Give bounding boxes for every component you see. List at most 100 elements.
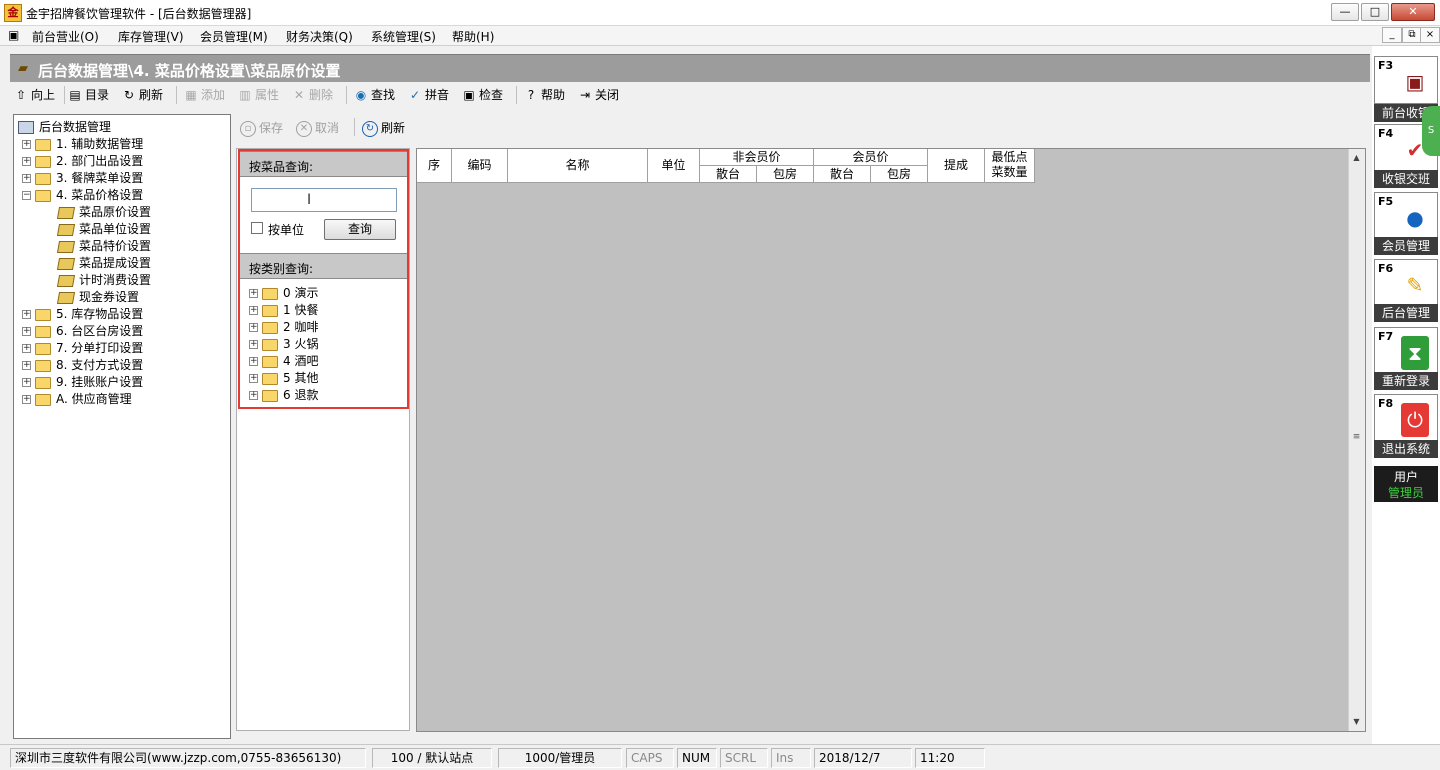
menu-finance[interactable]: 财务决策(Q): [286, 28, 353, 45]
members-icon: ●: [1406, 206, 1424, 230]
tree-child-original-price[interactable]: 菜品原价设置: [56, 204, 151, 221]
col-min-qty[interactable]: 最低点 菜数量: [985, 149, 1035, 183]
shortcut-f8-tile[interactable]: F8 ⏻: [1374, 394, 1438, 442]
tree-child-commission[interactable]: 菜品提成设置: [56, 255, 151, 272]
status-date: 2018/12/7: [814, 748, 912, 768]
side-tab-icon[interactable]: S: [1422, 106, 1440, 156]
mdi-minimize-button[interactable]: _: [1382, 27, 1402, 43]
col-commission[interactable]: 提成: [928, 149, 985, 183]
col-code[interactable]: 编码: [452, 149, 508, 183]
refresh-icon: ↻: [362, 120, 378, 137]
col-member-room[interactable]: 包房: [871, 166, 928, 183]
title-bar: 金 金宇招牌餐饮管理软件 - [后台数据管理器] — □ ✕: [0, 0, 1440, 26]
shortcut-f3-tile[interactable]: F3 ▣: [1374, 56, 1438, 104]
tree-item-aux-data[interactable]: +1. 辅助数据管理: [22, 136, 143, 153]
expand-icon[interactable]: +: [22, 174, 31, 183]
tree-item-payment[interactable]: +8. 支付方式设置: [22, 357, 143, 374]
refresh-grid-button[interactable]: ↻ 刷新: [362, 119, 405, 137]
col-name[interactable]: 名称: [508, 149, 648, 183]
close-window-button[interactable]: ✕: [1391, 3, 1435, 21]
tree-item-tables[interactable]: +6. 台区台房设置: [22, 323, 143, 340]
expand-icon[interactable]: +: [22, 157, 31, 166]
tree-root[interactable]: 后台数据管理: [18, 119, 111, 136]
collapse-icon[interactable]: −: [22, 191, 31, 200]
coins-icon: [56, 291, 76, 304]
delete-icon: ✕: [293, 88, 305, 102]
highlight-box: [238, 149, 409, 409]
minimize-button[interactable]: —: [1331, 3, 1359, 21]
expand-icon[interactable]: +: [22, 378, 31, 387]
menu-front-business[interactable]: 前台营业(O): [32, 28, 99, 45]
up-button[interactable]: ⇧ 向上: [14, 86, 55, 104]
shortcut-f8-label[interactable]: 退出系统: [1374, 440, 1438, 458]
tree-child-special-price[interactable]: 菜品特价设置: [56, 238, 151, 255]
shortcut-f6-label[interactable]: 后台管理: [1374, 304, 1438, 322]
tree-child-cash-coupon[interactable]: 现金券设置: [56, 289, 139, 306]
col-member-hall[interactable]: 散台: [814, 166, 871, 183]
refresh-button[interactable]: ↻ 刷新: [122, 86, 163, 104]
col-group-nonmember: 非会员价: [700, 149, 814, 166]
tree-item-suppliers[interactable]: + A. 供应商管理: [22, 391, 132, 408]
app-logo-icon: 金: [4, 4, 22, 22]
menu-system[interactable]: 系统管理(S): [371, 28, 436, 45]
find-icon: ◉: [355, 88, 367, 102]
properties-icon: ▥: [239, 88, 251, 102]
scroll-grip-icon[interactable]: ≡: [1348, 432, 1365, 444]
tree-item-inventory[interactable]: +5. 库存物品设置: [22, 306, 143, 323]
mdi-close-button[interactable]: ×: [1420, 27, 1440, 43]
expand-icon[interactable]: +: [22, 361, 31, 370]
menu-app-icon[interactable]: ▣: [8, 28, 19, 42]
col-nonmember-hall[interactable]: 散台: [700, 166, 757, 183]
tree-child-timed[interactable]: 计时消费设置: [56, 272, 151, 289]
scroll-up-arrow-icon[interactable]: ▲: [1348, 150, 1365, 166]
scroll-down-arrow-icon[interactable]: ▼: [1348, 714, 1365, 730]
col-seq[interactable]: 序: [417, 149, 452, 183]
folder-icon: [35, 138, 51, 151]
coins-icon: [56, 206, 76, 219]
delete-button[interactable]: ✕ 删除: [292, 86, 333, 104]
pinyin-button[interactable]: ✓ 拼音: [408, 86, 449, 104]
tools-icon: ✎: [1406, 273, 1424, 297]
tree-child-unit[interactable]: 菜品单位设置: [56, 221, 151, 238]
folder-open-icon: [35, 189, 51, 202]
expand-icon[interactable]: +: [22, 140, 31, 149]
add-button[interactable]: ▦ 添加: [184, 86, 225, 104]
shortcut-f5-tile[interactable]: F5 ●: [1374, 192, 1438, 240]
tree-item-accounts[interactable]: +9. 挂账账户设置: [22, 374, 143, 391]
edit-toolbar: ▫ 保存 ✕ 取消 ↻ 刷新: [234, 114, 1370, 140]
folder-icon: [35, 393, 51, 406]
save-button[interactable]: ▫ 保存: [240, 119, 283, 137]
shortcut-f4-label[interactable]: 收银交班: [1374, 170, 1438, 188]
cancel-button[interactable]: ✕ 取消: [296, 119, 339, 137]
shortcut-f7-label[interactable]: 重新登录: [1374, 372, 1438, 390]
help-button[interactable]: ? 帮助: [524, 86, 565, 104]
expand-icon[interactable]: +: [22, 344, 31, 353]
mdi-restore-button[interactable]: ⧉: [1402, 27, 1422, 43]
refresh-icon: ↻: [123, 88, 135, 102]
status-time: 11:20: [915, 748, 985, 768]
folder-icon: [35, 325, 51, 338]
menu-help[interactable]: 帮助(H): [452, 28, 494, 45]
cancel-icon: ✕: [296, 120, 312, 137]
properties-button[interactable]: ▥ 属性: [238, 86, 279, 104]
close-button[interactable]: ⇥ 关闭: [578, 86, 619, 104]
folder-up-icon: ⇧: [15, 88, 27, 102]
col-nonmember-room[interactable]: 包房: [757, 166, 814, 183]
tree-item-menu-setup[interactable]: +3. 餐牌菜单设置: [22, 170, 143, 187]
menu-members[interactable]: 会员管理(M): [200, 28, 268, 45]
maximize-button[interactable]: □: [1361, 3, 1389, 21]
tree-item-price-setup[interactable]: −4. 菜品价格设置: [22, 187, 143, 204]
find-button[interactable]: ◉ 查找: [354, 86, 395, 104]
catalog-button[interactable]: ▤ 目录: [68, 86, 109, 104]
shortcut-f7-tile[interactable]: F7 ⧗: [1374, 327, 1438, 375]
col-unit[interactable]: 单位: [648, 149, 700, 183]
expand-icon[interactable]: +: [22, 395, 31, 404]
expand-icon[interactable]: +: [22, 310, 31, 319]
shortcut-f5-label[interactable]: 会员管理: [1374, 237, 1438, 255]
expand-icon[interactable]: +: [22, 327, 31, 336]
menu-inventory[interactable]: 库存管理(V): [118, 28, 184, 45]
check-button[interactable]: ▣ 检查: [462, 86, 503, 104]
shortcut-f6-tile[interactable]: F6 ✎: [1374, 259, 1438, 307]
tree-item-dept-output[interactable]: +2. 部门出品设置: [22, 153, 143, 170]
tree-item-print[interactable]: +7. 分单打印设置: [22, 340, 143, 357]
